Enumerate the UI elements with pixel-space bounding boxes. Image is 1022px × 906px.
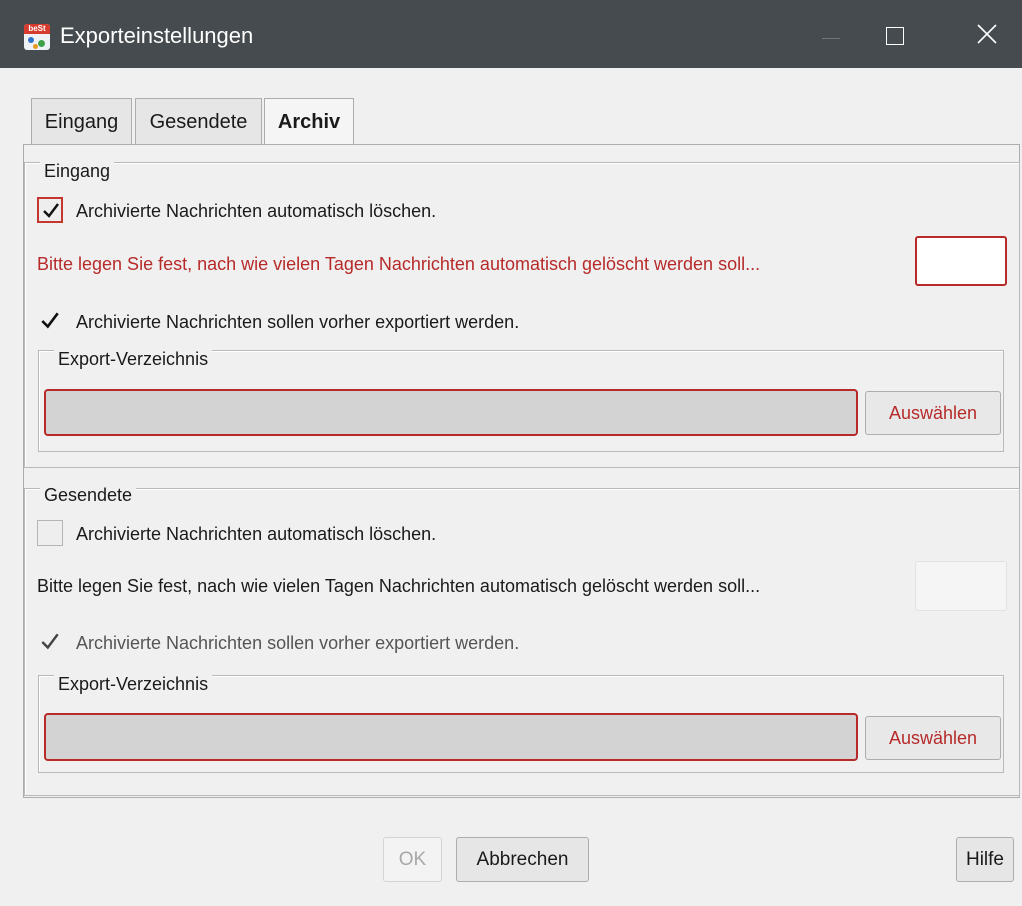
gesendete-export-first-label: Archivierte Nachrichten sollen vorher ex… bbox=[76, 633, 520, 653]
gesendete-export-first-checkbox[interactable] bbox=[37, 629, 63, 655]
eingang-choose-dir-button[interactable]: Auswählen bbox=[865, 391, 1001, 435]
gesendete-days-prompt: Bitte legen Sie fest, nach wie vielen Ta… bbox=[37, 576, 761, 596]
gesendete-auto-delete-label: Archivierte Nachrichten automatisch lösc… bbox=[76, 524, 437, 544]
ok-button[interactable]: OK bbox=[383, 837, 442, 882]
gesendete-choose-dir-button[interactable]: Auswählen bbox=[865, 716, 1001, 760]
close-button[interactable] bbox=[955, 0, 1015, 68]
window-titlebar[interactable]: beSt Exporteinstellungen bbox=[0, 0, 1022, 68]
help-button[interactable]: Hilfe bbox=[956, 837, 1014, 882]
eingang-days-prompt: Bitte legen Sie fest, nach wie vielen Ta… bbox=[37, 254, 761, 274]
eingang-export-first-checkbox[interactable] bbox=[37, 308, 63, 334]
close-icon bbox=[977, 24, 997, 44]
tab-eingang[interactable]: Eingang bbox=[31, 98, 132, 144]
checkmark-icon bbox=[43, 203, 59, 218]
gesendete-export-dir-input[interactable] bbox=[44, 713, 858, 761]
app-icon-label: beSt bbox=[24, 24, 50, 34]
eingang-auto-delete-checkbox[interactable] bbox=[37, 197, 63, 223]
checkmark-icon bbox=[41, 312, 59, 329]
app-icon: beSt bbox=[24, 24, 50, 50]
eingang-export-first-label: Archivierte Nachrichten sollen vorher ex… bbox=[76, 312, 520, 332]
gesendete-group-title: Gesendete bbox=[40, 484, 137, 506]
eingang-days-input[interactable] bbox=[915, 236, 1007, 286]
cancel-button[interactable]: Abbrechen bbox=[456, 837, 589, 882]
window-title: Exporteinstellungen bbox=[60, 23, 254, 48]
eingang-group-title: Eingang bbox=[40, 160, 115, 182]
minimize-button[interactable] bbox=[800, 0, 860, 68]
checkmark-icon bbox=[41, 633, 59, 650]
gesendete-export-dir-title: Export-Verzeichnis bbox=[54, 673, 213, 695]
tab-gesendete[interactable]: Gesendete bbox=[135, 98, 262, 144]
eingang-export-dir-title: Export-Verzeichnis bbox=[54, 348, 213, 370]
eingang-auto-delete-label: Archivierte Nachrichten automatisch lösc… bbox=[76, 201, 437, 221]
gesendete-auto-delete-checkbox[interactable] bbox=[37, 520, 63, 546]
maximize-button[interactable] bbox=[868, 0, 928, 68]
eingang-export-dir-input[interactable] bbox=[44, 389, 858, 436]
gesendete-days-input[interactable] bbox=[915, 561, 1007, 611]
tab-archiv[interactable]: Archiv bbox=[264, 98, 354, 146]
